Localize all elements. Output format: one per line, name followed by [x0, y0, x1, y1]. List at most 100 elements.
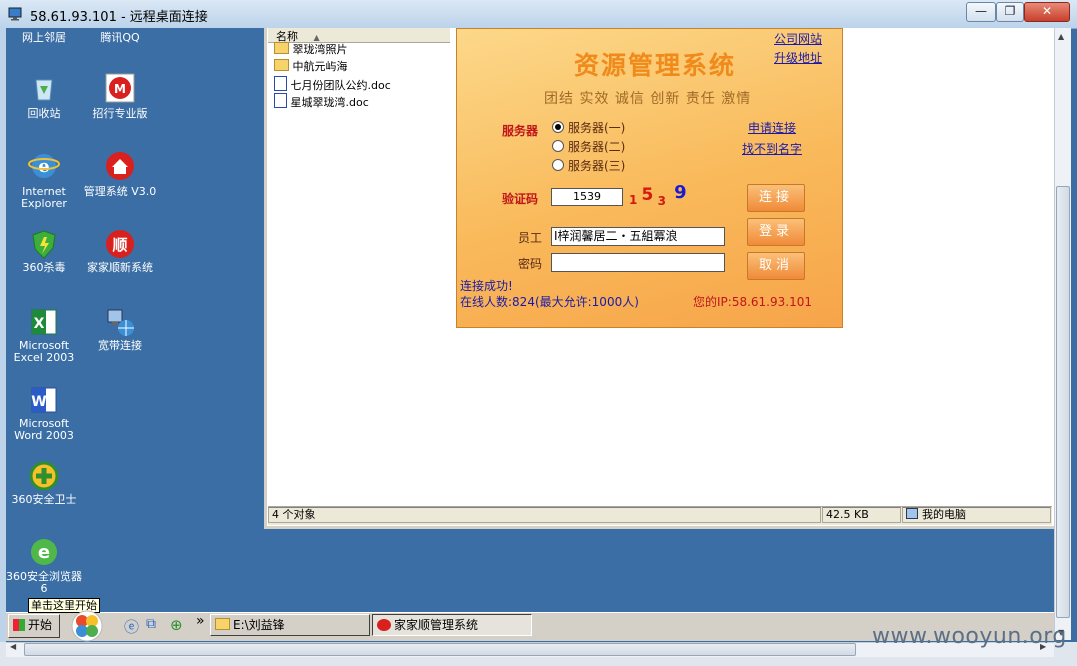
360-quicklaunch-icon[interactable]: ⊕ — [170, 616, 183, 634]
task-jjs-button[interactable]: 家家顺管理系统 — [372, 614, 532, 636]
jiajiashun-icon[interactable]: 顺 — [104, 228, 136, 260]
svg-text:W: W — [31, 394, 46, 410]
desktop-icon-360av-label[interactable]: 360杀毒 — [4, 262, 84, 274]
list-item[interactable]: 中航元屿海 — [274, 59, 348, 75]
app-motto: 团结 实效 诚信 创新 责任 激情 — [544, 91, 752, 107]
vertical-scroll-thumb[interactable] — [1056, 186, 1070, 618]
computer-icon — [906, 508, 918, 519]
start-button[interactable]: 开始 — [8, 614, 60, 638]
folder-icon — [215, 618, 230, 630]
password-label: 密码 — [518, 257, 543, 271]
status-location-label: 我的电脑 — [922, 508, 966, 521]
svg-text:M: M — [114, 82, 126, 96]
recycle-bin-icon[interactable] — [28, 72, 60, 104]
more-quicklaunch-icon[interactable]: » — [196, 613, 205, 629]
radio-icon[interactable] — [552, 140, 564, 152]
desktop-icon-word-label[interactable]: Microsoft Word 2003 — [4, 418, 84, 442]
status-size: 42.5 KB — [822, 507, 901, 523]
minimize-button[interactable]: — — [966, 2, 996, 22]
cannot-find-name-link[interactable]: 找不到名字 — [742, 140, 802, 157]
task-explorer-label: E:\刘益锋 — [233, 618, 285, 632]
login-button[interactable]: 登录 — [747, 218, 805, 246]
task-explorer-button[interactable]: E:\刘益锋 — [210, 614, 370, 636]
desktop-icon-jjs-label[interactable]: 家家顺新系统 — [80, 262, 160, 274]
svg-text:X: X — [34, 316, 45, 332]
password-input[interactable] — [551, 253, 725, 272]
status-object-count: 4 个对象 — [268, 507, 821, 523]
server-label: 服务器 — [502, 124, 539, 138]
connection-status: 连接成功! — [460, 279, 513, 293]
app-title: 资源管理系统 — [574, 51, 737, 80]
task-jjs-label: 家家顺管理系统 — [394, 618, 479, 632]
list-item[interactable]: 星城翠珑湾.doc — [274, 93, 369, 109]
360-safe-icon[interactable] — [28, 460, 60, 492]
company-site-link[interactable]: 公司网站 — [774, 30, 822, 47]
captcha-label: 验证码 — [502, 192, 539, 206]
connect-button[interactable]: 连接 — [747, 184, 805, 212]
file-name: 七月份团队公约.doc — [290, 79, 391, 92]
cmb-bank-icon[interactable]: M — [104, 72, 136, 104]
rdp-title: 58.61.93.101 - 远程桌面连接 — [30, 10, 208, 25]
server-option-label: 服务器(一) — [568, 121, 626, 135]
watermark: www.wooyun.org — [872, 624, 1067, 649]
list-item[interactable]: 七月份团队公约.doc — [274, 76, 391, 92]
shield-icon[interactable] — [28, 228, 60, 260]
word-icon[interactable]: W — [28, 384, 60, 416]
desktop-icon-360safe-label[interactable]: 360安全卫士 — [4, 494, 84, 506]
quick-launch-orb-icon[interactable] — [70, 610, 104, 642]
radio-selected-icon[interactable] — [552, 121, 564, 133]
svg-text:顺: 顺 — [112, 236, 127, 254]
file-name: 中航元屿海 — [292, 60, 348, 73]
folder-icon — [274, 42, 289, 54]
online-count: 在线人数:824(最大允许:1000人) — [460, 295, 639, 309]
network-connection-icon[interactable] — [104, 306, 136, 338]
employee-input[interactable]: I梓润馨居二・五組冪浪 — [551, 227, 725, 246]
desktop-quicklaunch-icon[interactable]: ⧉ — [146, 616, 156, 632]
remote-desktop-icon — [8, 7, 22, 21]
captcha-char: 3 — [657, 194, 666, 208]
server-option-label: 服务器(三) — [568, 159, 626, 173]
column-header-name[interactable]: 名称 ▲ — [268, 28, 450, 43]
captcha-input[interactable]: 1539 — [551, 188, 623, 206]
ie-quicklaunch-icon[interactable]: ⓔ — [124, 616, 139, 637]
desktop-icon-cmb-label[interactable]: 招行专业版 — [80, 108, 160, 120]
desktop-icon-recycle-label[interactable]: 回收站 — [4, 108, 84, 120]
apply-connection-link[interactable]: 申请连接 — [748, 119, 796, 136]
desktop-icon-360browser-label[interactable]: 360安全浏览器6 — [4, 571, 84, 595]
windows-flag-icon — [13, 619, 25, 631]
restore-button[interactable]: ❐ — [996, 2, 1024, 22]
captcha-image: 1 5 3 9 — [629, 182, 687, 208]
folder-icon — [274, 59, 289, 71]
desktop-icon-qq-label[interactable]: 腾讯QQ — [80, 32, 160, 44]
captcha-char: 5 — [641, 185, 654, 205]
horizontal-scroll-thumb[interactable] — [24, 643, 856, 656]
upgrade-url-link[interactable]: 升级地址 — [774, 49, 822, 66]
excel-icon[interactable]: X — [28, 306, 60, 338]
list-item[interactable]: 翠珑湾照片 — [274, 42, 348, 58]
svg-text:e: e — [38, 542, 50, 563]
cancel-button[interactable]: 取消 — [747, 252, 805, 280]
word-doc-icon — [274, 93, 287, 108]
desktop-icon-excel-label[interactable]: Microsoft Excel 2003 — [4, 340, 84, 364]
server-radio-1[interactable]: 服务器(一) — [552, 119, 625, 137]
scroll-left-icon[interactable]: ◀ — [10, 642, 16, 651]
captcha-char: 9 — [674, 182, 687, 203]
radio-icon[interactable] — [552, 159, 564, 171]
server-radio-3[interactable]: 服务器(三) — [552, 157, 625, 175]
file-name: 星城翠珑湾.doc — [290, 96, 369, 109]
jiajiashun-icon — [377, 619, 391, 631]
server-option-label: 服务器(二) — [568, 140, 626, 154]
start-label: 开始 — [28, 618, 53, 632]
desktop-icon-ie-label[interactable]: Internet Explorer — [4, 186, 84, 210]
desktop-icon-broadband-label[interactable]: 宽带连接 — [80, 340, 160, 352]
desktop-icon-network-label[interactable]: 网上邻居 — [4, 32, 84, 44]
internet-explorer-icon[interactable]: e — [28, 150, 60, 182]
close-button[interactable]: ✕ — [1024, 2, 1070, 22]
360-browser-icon[interactable]: e — [28, 536, 60, 568]
status-location: 我的电脑 — [902, 507, 1051, 523]
scroll-up-icon[interactable]: ▲ — [1058, 32, 1064, 41]
sort-arrow-icon: ▲ — [313, 33, 320, 42]
server-radio-2[interactable]: 服务器(二) — [552, 138, 625, 156]
house-icon[interactable] — [104, 150, 136, 182]
desktop-icon-mgmt-label[interactable]: 管理系统 V3.0 — [80, 186, 160, 198]
